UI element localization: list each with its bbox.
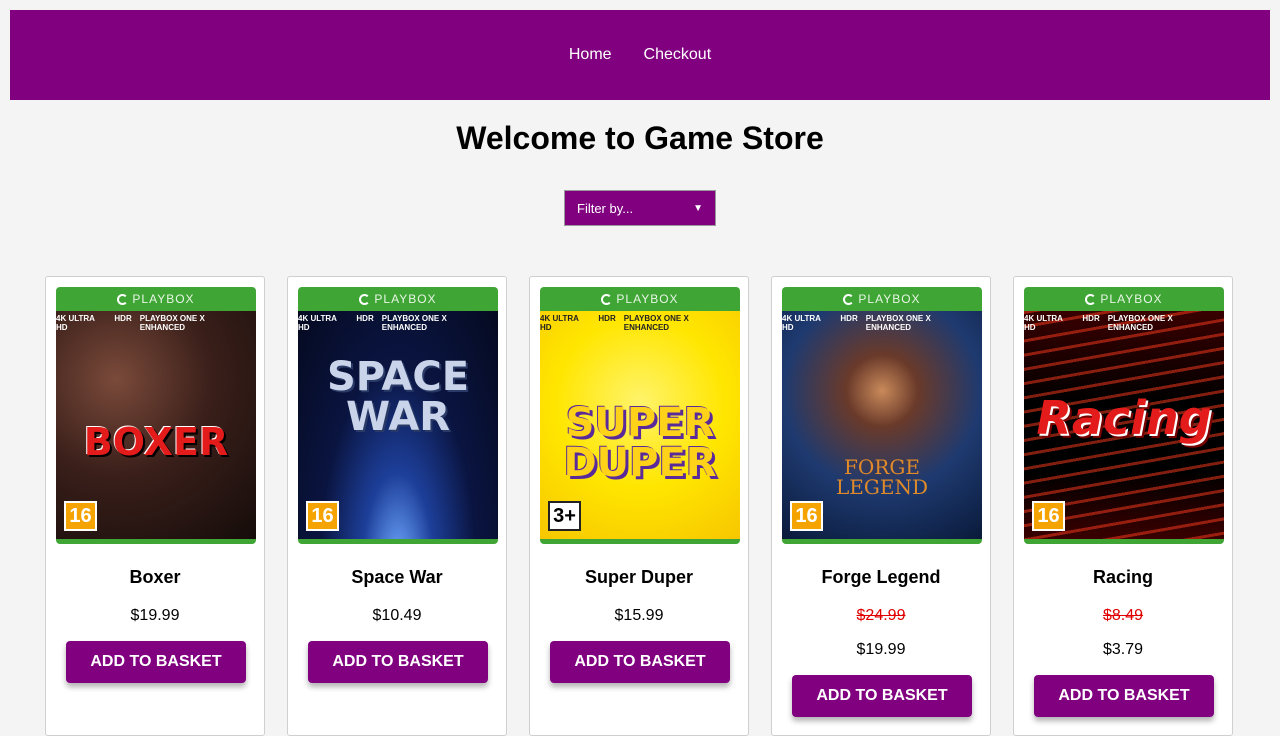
brand-label: PLAYBOX bbox=[616, 292, 679, 306]
chevron-down-icon: ▼ bbox=[693, 202, 703, 214]
main-nav: Home Checkout bbox=[561, 46, 719, 64]
add-to-basket-button[interactable]: ADD TO BASKET bbox=[308, 641, 488, 683]
cover-art: 4K ULTRA HD HDR PLAYBOX ONE X ENHANCED S… bbox=[298, 311, 498, 539]
playbox-logo-icon bbox=[359, 293, 371, 305]
product-cover[interactable]: PLAYBOX 4K ULTRA HD HDR PLAYBOX ONE X EN… bbox=[540, 287, 740, 544]
product-card-super-duper: PLAYBOX 4K ULTRA HD HDR PLAYBOX ONE X EN… bbox=[529, 276, 749, 736]
page-title: Welcome to Game Store bbox=[456, 120, 824, 156]
add-to-basket-button[interactable]: ADD TO BASKET bbox=[792, 675, 972, 717]
product-price: $10.49 bbox=[372, 607, 422, 624]
product-cover[interactable]: PLAYBOX 4K ULTRA HD HDR PLAYBOX ONE X EN… bbox=[298, 287, 498, 544]
top-navigation-bar: Home Checkout bbox=[10, 10, 1270, 100]
age-rating-badge: 16 bbox=[790, 501, 823, 531]
playbox-logo-icon bbox=[843, 293, 855, 305]
product-name: Racing bbox=[1092, 567, 1153, 587]
brand-label: PLAYBOX bbox=[1100, 292, 1163, 306]
playbox-brand-bar: PLAYBOX bbox=[56, 287, 256, 311]
add-to-basket-button[interactable]: ADD TO BASKET bbox=[550, 641, 730, 683]
product-price: $15.99 bbox=[614, 607, 664, 624]
filter-select-value: Filter by... bbox=[577, 200, 634, 216]
product-name: Boxer bbox=[129, 567, 181, 587]
cover-format-badges: 4K ULTRA HD HDR PLAYBOX ONE X ENHANCED bbox=[540, 314, 689, 332]
cover-format-badges: 4K ULTRA HD HDR PLAYBOX ONE X ENHANCED bbox=[298, 314, 447, 332]
cover-art: 4K ULTRA HD HDR PLAYBOX ONE X ENHANCED R… bbox=[1024, 311, 1224, 539]
cover-title-art: SUPER DUPER bbox=[563, 400, 717, 486]
playbox-brand-bar: PLAYBOX bbox=[298, 287, 498, 311]
cover-title-art: BOXER bbox=[83, 420, 229, 464]
brand-label: PLAYBOX bbox=[858, 292, 921, 306]
add-to-basket-button[interactable]: ADD TO BASKET bbox=[1034, 675, 1214, 717]
product-card-forge-legend: PLAYBOX 4K ULTRA HD HDR PLAYBOX ONE X EN… bbox=[771, 276, 991, 736]
product-card-racing: PLAYBOX 4K ULTRA HD HDR PLAYBOX ONE X EN… bbox=[1013, 276, 1233, 736]
product-original-price: $8.49 bbox=[1102, 607, 1144, 624]
product-cover[interactable]: PLAYBOX 4K ULTRA HD HDR PLAYBOX ONE X EN… bbox=[56, 287, 256, 544]
nav-link-checkout[interactable]: Checkout bbox=[636, 46, 720, 64]
product-sale-price: $19.99 bbox=[856, 641, 906, 658]
product-name: Super Duper bbox=[584, 567, 694, 587]
nav-link-home[interactable]: Home bbox=[561, 46, 620, 64]
cover-format-badges: 4K ULTRA HD HDR PLAYBOX ONE X ENHANCED bbox=[56, 314, 205, 332]
cover-format-badges: 4K ULTRA HD HDR PLAYBOX ONE X ENHANCED bbox=[782, 314, 931, 332]
cover-title-art: Racing bbox=[1036, 391, 1212, 445]
product-cover[interactable]: PLAYBOX 4K ULTRA HD HDR PLAYBOX ONE X EN… bbox=[1024, 287, 1224, 544]
product-name: Space War bbox=[351, 567, 443, 587]
playbox-logo-icon bbox=[601, 293, 613, 305]
product-original-price: $24.99 bbox=[856, 607, 906, 624]
cover-art: 4K ULTRA HD HDR PLAYBOX ONE X ENHANCED F… bbox=[782, 311, 982, 539]
filter-select[interactable]: Filter by... ▼ bbox=[564, 190, 716, 226]
cover-art: 4K ULTRA HD HDR PLAYBOX ONE X ENHANCED B… bbox=[56, 311, 256, 539]
cover-title-art: FORGE LEGEND bbox=[836, 455, 928, 499]
age-rating-badge: 3+ bbox=[548, 501, 581, 531]
playbox-logo-icon bbox=[117, 293, 129, 305]
playbox-brand-bar: PLAYBOX bbox=[540, 287, 740, 311]
age-rating-badge: 16 bbox=[1032, 501, 1065, 531]
cover-format-badges: 4K ULTRA HD HDR PLAYBOX ONE X ENHANCED bbox=[1024, 314, 1173, 332]
product-price: $19.99 bbox=[130, 607, 180, 624]
filter-select-wrapper: Filter by... ▼ bbox=[564, 190, 716, 226]
product-name: Forge Legend bbox=[821, 567, 941, 587]
playbox-brand-bar: PLAYBOX bbox=[782, 287, 982, 311]
brand-label: PLAYBOX bbox=[374, 292, 437, 306]
playbox-brand-bar: PLAYBOX bbox=[1024, 287, 1224, 311]
age-rating-badge: 16 bbox=[64, 501, 97, 531]
brand-label: PLAYBOX bbox=[132, 292, 195, 306]
cover-art: 4K ULTRA HD HDR PLAYBOX ONE X ENHANCED S… bbox=[540, 311, 740, 539]
product-card-boxer: PLAYBOX 4K ULTRA HD HDR PLAYBOX ONE X EN… bbox=[45, 276, 265, 736]
cover-title-art: SPACE WAR bbox=[326, 354, 470, 440]
product-sale-price: $3.79 bbox=[1102, 641, 1144, 658]
product-card-space-war: PLAYBOX 4K ULTRA HD HDR PLAYBOX ONE X EN… bbox=[287, 276, 507, 736]
add-to-basket-button[interactable]: ADD TO BASKET bbox=[66, 641, 246, 683]
playbox-logo-icon bbox=[1085, 293, 1097, 305]
age-rating-badge: 16 bbox=[306, 501, 339, 531]
product-cover[interactable]: PLAYBOX 4K ULTRA HD HDR PLAYBOX ONE X EN… bbox=[782, 287, 982, 544]
